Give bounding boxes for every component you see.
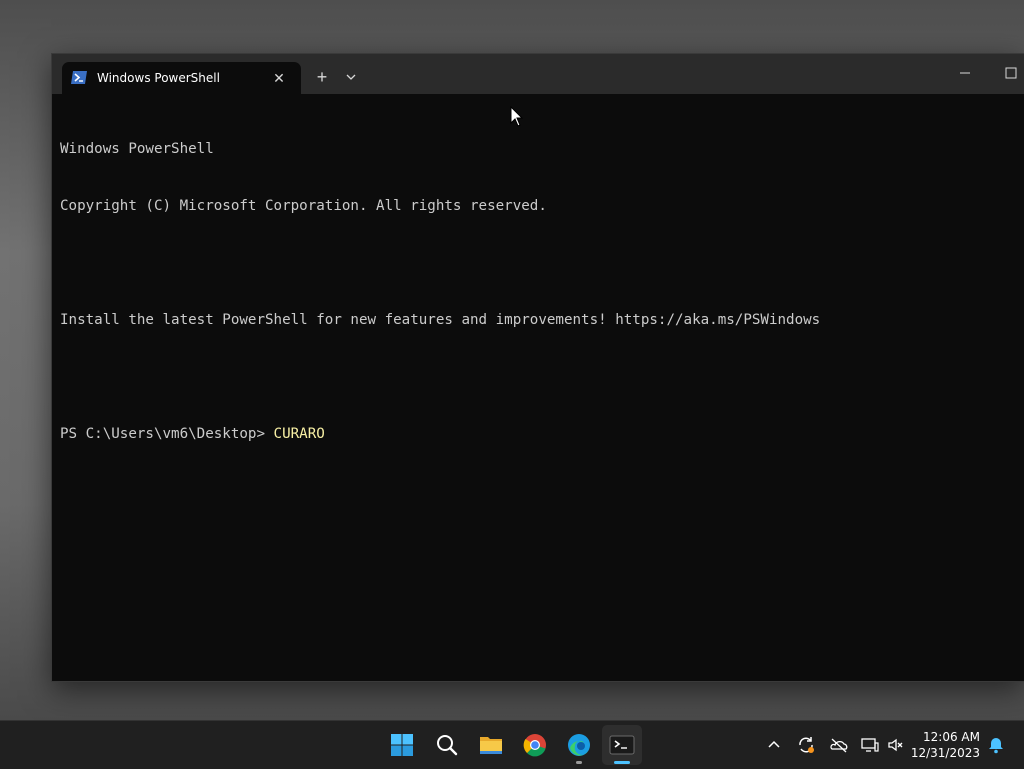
terminal-window: Windows PowerShell ✕ + Windows PowerShel…: [51, 53, 1024, 682]
terminal-line: Install the latest PowerShell for new fe…: [60, 312, 821, 328]
clock-date[interactable]: 12/31/2023: [910, 746, 980, 760]
clock-time[interactable]: 12:06 AM: [910, 730, 980, 744]
close-icon[interactable]: ✕: [271, 70, 287, 86]
onedrive-icon[interactable]: [829, 735, 849, 755]
minimize-icon[interactable]: [954, 62, 976, 84]
terminal-line: Copyright (C) Microsoft Corporation. All…: [60, 198, 547, 214]
active-indicator: [614, 761, 630, 764]
prompt-line[interactable]: PS C:\Users\vm6\Desktop> CURARO: [60, 425, 1015, 444]
network-icon[interactable]: [860, 735, 880, 755]
title-bar[interactable]: Windows PowerShell ✕ +: [52, 54, 1024, 94]
tab-title: Windows PowerShell: [97, 71, 220, 85]
tab-windows-powershell[interactable]: Windows PowerShell ✕: [62, 62, 301, 94]
plus-icon[interactable]: +: [311, 66, 333, 88]
start-icon[interactable]: [388, 731, 416, 759]
chevron-up-icon[interactable]: [764, 735, 784, 755]
running-indicator: [576, 761, 582, 764]
search-icon[interactable]: [433, 731, 461, 759]
edge-icon[interactable]: [565, 731, 593, 759]
prompt: PS C:\Users\vm6\Desktop>: [60, 426, 274, 442]
powershell-icon: [71, 71, 87, 84]
terminal-icon[interactable]: [608, 731, 636, 759]
chevron-down-icon[interactable]: [341, 67, 361, 87]
sync-icon[interactable]: [796, 735, 816, 755]
terminal-line: Windows PowerShell: [60, 141, 214, 157]
bell-icon[interactable]: [986, 735, 1006, 755]
file-explorer-icon[interactable]: [477, 731, 505, 759]
chrome-icon[interactable]: [521, 731, 549, 759]
command-input[interactable]: CURARO: [274, 426, 325, 442]
mouse-cursor-icon: [510, 106, 524, 127]
volume-muted-icon[interactable]: [886, 735, 906, 755]
terminal-output[interactable]: Windows PowerShell Copyright (C) Microso…: [60, 102, 1015, 482]
maximize-icon[interactable]: [1000, 62, 1022, 84]
taskbar: 12:06 AM 12/31/2023: [0, 720, 1024, 769]
